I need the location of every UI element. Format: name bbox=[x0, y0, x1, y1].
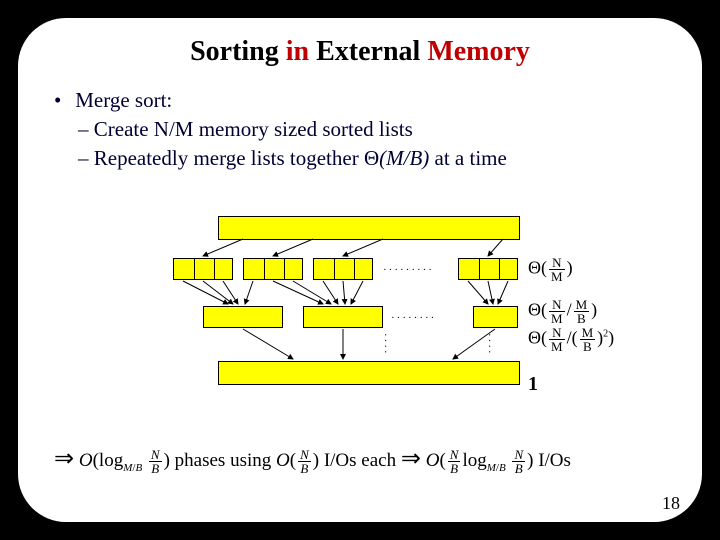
diagram-row-level1 bbox=[173, 258, 518, 280]
subbullet-2: – Repeatedly merge lists together Θ(M/B)… bbox=[78, 146, 666, 171]
theta-3: Θ bbox=[528, 328, 541, 348]
title-word-memory: Memory bbox=[427, 36, 530, 67]
phases-using-text: phases using bbox=[175, 450, 276, 471]
slide-frame: Sorting in External Memory • Merge sort:… bbox=[18, 18, 702, 522]
subbullet-2-paren: (M/B) bbox=[379, 146, 429, 170]
dots-level1: ········· bbox=[383, 264, 434, 276]
bullet-heading: Merge sort: bbox=[75, 88, 172, 112]
implies-arrow-1: ⇒ bbox=[54, 446, 74, 472]
dots-level2: ········ bbox=[391, 312, 436, 324]
rhs-row-1: Θ(NM) bbox=[528, 256, 573, 283]
bullet-dot: • bbox=[54, 88, 70, 113]
implies-arrow-2: ⇒ bbox=[401, 446, 421, 472]
dots-vertical-1: ···· bbox=[379, 333, 391, 356]
midbar-1 bbox=[203, 306, 283, 328]
title-word-sorting: Sorting bbox=[190, 36, 286, 67]
title-word-in: in bbox=[286, 36, 316, 67]
subbullet-1: – Create N/M memory sized sorted lists bbox=[78, 117, 666, 142]
diagram-bar-level0 bbox=[218, 216, 520, 240]
frac-n-over-b-1: NB bbox=[149, 448, 162, 475]
bullet-block: • Merge sort: – Create N/M memory sized … bbox=[54, 88, 666, 171]
theta-1: Θ bbox=[528, 258, 541, 278]
frac-m-over-b-1: MB bbox=[574, 298, 590, 325]
frac-n-over-m-3: NM bbox=[549, 326, 565, 353]
subbullet-2-post: at a time bbox=[429, 146, 507, 170]
page-number: 18 bbox=[662, 493, 680, 514]
frac-n-over-b-2: NB bbox=[298, 448, 311, 475]
conclusion-line: ⇒ O(logM/B NB) phases using O(NB) I/Os e… bbox=[54, 444, 682, 475]
dots-vertical-2: ···· bbox=[483, 333, 495, 356]
rhs-row-2: Θ(NM/MB) bbox=[528, 298, 597, 325]
frac-n-over-b-4: NB bbox=[512, 448, 525, 475]
theta-2: Θ bbox=[528, 300, 541, 320]
frac-n-over-m-2: NM bbox=[549, 298, 565, 325]
subbullet-2-pre: – Repeatedly merge lists together bbox=[78, 146, 364, 170]
slide-title: Sorting in External Memory bbox=[18, 36, 702, 68]
log-1: log bbox=[99, 450, 123, 471]
merge-diagram: ········· ········ ···· ···· bbox=[173, 206, 518, 391]
subbullet-1-text: – Create N/M memory sized sorted lists bbox=[78, 117, 413, 141]
diagram-row-level2 bbox=[173, 306, 518, 328]
exponent-2: 2 bbox=[603, 329, 608, 340]
final-ios-text: I/Os bbox=[538, 450, 571, 471]
big-o-1: O bbox=[79, 450, 93, 471]
diagram-bar-final bbox=[218, 361, 520, 385]
rhs-one: 1 bbox=[528, 373, 538, 396]
cluster-2 bbox=[243, 258, 303, 280]
cluster-1 bbox=[173, 258, 233, 280]
cluster-3 bbox=[313, 258, 373, 280]
theta-symbol: Θ bbox=[364, 146, 379, 170]
title-word-external: External bbox=[316, 36, 427, 67]
big-o-2: O bbox=[276, 450, 290, 471]
big-o-3: O bbox=[426, 450, 440, 471]
ios-each-text: I/Os each bbox=[324, 450, 401, 471]
log-2: log bbox=[462, 450, 486, 471]
log-base-1: M/B bbox=[123, 462, 142, 474]
cluster-4 bbox=[458, 258, 518, 280]
log-base-2: M/B bbox=[487, 462, 506, 474]
frac-m-over-b-2: MB bbox=[580, 326, 596, 353]
midbar-3 bbox=[473, 306, 518, 328]
midbar-2 bbox=[303, 306, 383, 328]
frac-n-over-m-1: NM bbox=[549, 256, 565, 283]
frac-n-over-b-3: NB bbox=[448, 448, 461, 475]
rhs-row-3: Θ(NM/(MB)2) bbox=[528, 326, 614, 353]
